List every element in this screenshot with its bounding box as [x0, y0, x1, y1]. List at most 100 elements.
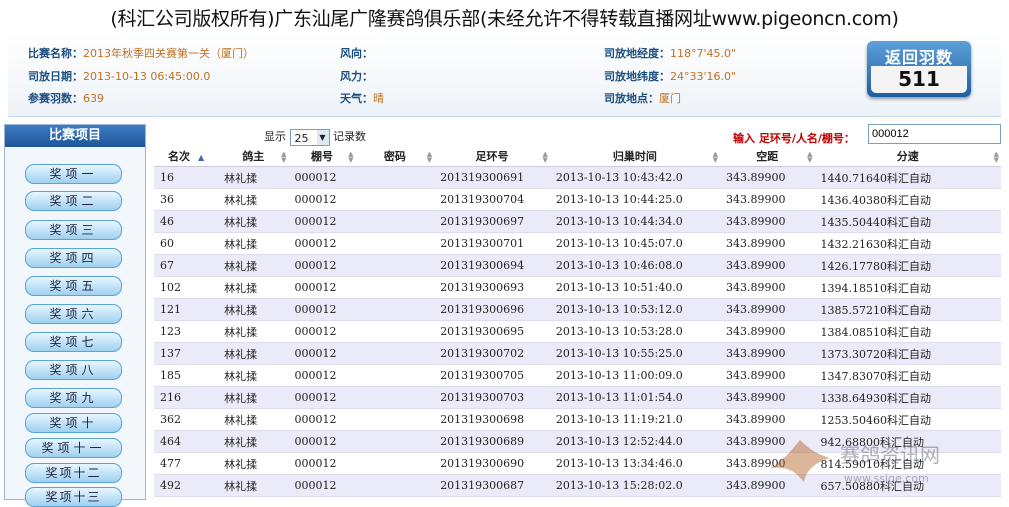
cell-password — [355, 320, 435, 343]
page-size-select[interactable]: 25 ▼ — [289, 128, 330, 146]
col-loft-header[interactable]: 棚号 ▲ ▼ — [288, 146, 356, 167]
cell-rank: 67 — [154, 254, 219, 277]
table-row[interactable]: 16 林礼揉 000012 201319300691 2013-10-13 10:43:… — [154, 166, 1001, 189]
cell-owner: 林礼揉 — [218, 342, 289, 365]
sidebar-item-award-11[interactable]: 奖项十一 — [25, 438, 122, 458]
table-row[interactable]: 137 林礼揉 000012 201319300702 2013-10-13 10:55… — [154, 342, 1001, 365]
col-owner-header[interactable]: 鸽主 ▲ ▼ — [218, 146, 289, 167]
page-title: (科汇公司版权所有)广东汕尾广隆赛鸽俱乐部(未经允许不得转载直播网址www.pi… — [110, 8, 899, 30]
sidebar-item-award-12[interactable]: 奖项十二 — [25, 463, 122, 483]
cell-arrival: 2013-10-13 13:34:46.0 — [549, 452, 720, 475]
cell-ring: 201319300703 — [434, 386, 550, 409]
sidebar-item-award-9[interactable]: 奖项九 — [25, 388, 122, 408]
sidebar-item-award-4[interactable]: 奖项四 — [25, 248, 122, 268]
cell-ring: 201319300696 — [434, 298, 550, 321]
cell-arrival: 2013-10-13 15:28:02.0 — [549, 474, 720, 497]
cell-owner: 林礼揉 — [218, 452, 289, 475]
search-label: 输入 足环号/人名/棚号： — [733, 132, 855, 145]
table-row[interactable]: 60 林礼揉 000012 201319300701 2013-10-13 10:45:… — [154, 232, 1001, 255]
sidebar-item-award-7[interactable]: 奖项七 — [25, 332, 122, 352]
cell-rank: 464 — [154, 430, 219, 453]
cell-ring: 201319300690 — [434, 452, 550, 475]
cell-password — [355, 232, 435, 255]
cell-speed: 1253.50460科汇自动 — [814, 408, 1001, 431]
wind-dir-label: 风向： — [340, 47, 373, 60]
cell-rank: 137 — [154, 342, 219, 365]
sidebar-item-award-13[interactable]: 奖项十三 — [25, 487, 122, 507]
cell-distance: 343.89900 — [719, 298, 815, 321]
cell-distance: 343.89900 — [719, 232, 815, 255]
cell-speed: 1435.50440科汇自动 — [814, 210, 1001, 233]
back-count-button[interactable]: 返回羽数 511 — [867, 41, 971, 97]
sidebar-item-award-6[interactable]: 奖项六 — [25, 304, 122, 324]
cell-speed: 1384.08510科汇自动 — [814, 320, 1001, 343]
table-row[interactable]: 123 林礼揉 000012 201319300695 2013-10-13 10:53… — [154, 320, 1001, 343]
table-row[interactable]: 362 林礼揉 000012 201319300698 2013-10-13 11:19… — [154, 408, 1001, 431]
sidebar-item-award-1[interactable]: 奖项一 — [25, 164, 122, 184]
sidebar-item-award-2[interactable]: 奖项二 — [25, 191, 122, 211]
cell-password — [355, 166, 435, 189]
cell-owner: 林礼揉 — [218, 298, 289, 321]
cell-password — [355, 386, 435, 409]
table-row[interactable]: 102 林礼揉 000012 201319300693 2013-10-13 10:51… — [154, 276, 1001, 299]
latitude-row: 司放地纬度：24°33'16.0" — [604, 68, 736, 84]
col-distance-label: 空距 — [756, 150, 779, 163]
table-row[interactable]: 67 林礼揉 000012 201319300694 2013-10-13 10:46:… — [154, 254, 1001, 277]
col-ring-header[interactable]: 足环号 ▲ ▼ — [434, 146, 550, 167]
sidebar-item-award-10[interactable]: 奖项十 — [25, 413, 122, 433]
back-count-label: 返回羽数 — [884, 48, 953, 67]
cell-arrival: 2013-10-13 10:45:07.0 — [549, 232, 720, 255]
cell-distance: 343.89900 — [719, 188, 815, 211]
watermark-url: www.ssige.com — [844, 472, 929, 485]
cell-loft: 000012 — [288, 452, 356, 475]
cell-loft: 000012 — [288, 276, 356, 299]
table-row[interactable]: 36 林礼揉 000012 201319300704 2013-10-13 10:44:… — [154, 188, 1001, 211]
table-row[interactable]: 185 林礼揉 000012 201319300705 2013-10-13 11:00… — [154, 364, 1001, 387]
location-row: 司放地点：厦门 — [604, 90, 681, 106]
cell-owner: 林礼揉 — [218, 408, 289, 431]
sidebar-item-award-8[interactable]: 奖项八 — [25, 360, 122, 380]
cell-password — [355, 452, 435, 475]
cell-owner: 林礼揉 — [218, 166, 289, 189]
wind-force-row: 风力： — [340, 68, 373, 84]
cell-owner: 林礼揉 — [218, 474, 289, 497]
cell-rank: 46 — [154, 210, 219, 233]
cell-ring: 201319300702 — [434, 342, 550, 365]
cell-loft: 000012 — [288, 474, 356, 497]
location-value: 厦门 — [659, 92, 681, 105]
cell-rank: 16 — [154, 166, 219, 189]
cell-distance: 343.89900 — [719, 364, 815, 387]
cell-distance: 343.89900 — [719, 166, 815, 189]
sidebar-item-award-5[interactable]: 奖项五 — [25, 276, 122, 296]
table-row[interactable]: 216 林礼揉 000012 201319300703 2013-10-13 11:01… — [154, 386, 1001, 409]
col-speed-header[interactable]: 分速 ▲ ▼ — [814, 146, 1001, 167]
col-rank-header[interactable]: 名次 ▲ — [154, 146, 219, 167]
entries-row: 参赛羽数：639 — [28, 90, 104, 106]
cell-loft: 000012 — [288, 166, 356, 189]
col-password-header[interactable]: 密码 ▲ ▼ — [355, 146, 435, 167]
table-row[interactable]: 46 林礼揉 000012 201319300697 2013-10-13 10:44:… — [154, 210, 1001, 233]
cell-speed: 1440.71640科汇自动 — [814, 166, 1001, 189]
cell-speed: 1385.57210科汇自动 — [814, 298, 1001, 321]
cell-speed: 1432.21630科汇自动 — [814, 232, 1001, 255]
sidebar-item-award-3[interactable]: 奖项三 — [25, 220, 122, 240]
col-distance-header[interactable]: 空距 ▲ ▼ — [719, 146, 815, 167]
col-speed-label: 分速 — [896, 150, 919, 163]
sidebar-title: 比赛项目 — [5, 125, 145, 147]
col-loft-label: 棚号 — [311, 150, 334, 163]
back-count-value: 511 — [871, 66, 967, 93]
col-arrival-header[interactable]: 归巢时间 ▲ ▼ — [549, 146, 720, 167]
cell-ring: 201319300697 — [434, 210, 550, 233]
cell-loft: 000012 — [288, 364, 356, 387]
entries-value: 639 — [83, 92, 104, 105]
cell-rank: 102 — [154, 276, 219, 299]
wind-dir-row: 风向： — [340, 45, 373, 61]
table-row[interactable]: 121 林礼揉 000012 201319300696 2013-10-13 10:53… — [154, 298, 1001, 321]
cell-owner: 林礼揉 — [218, 210, 289, 233]
longitude-label: 司放地经度： — [604, 47, 670, 60]
records-label: 记录数 — [333, 130, 366, 143]
cell-loft: 000012 — [288, 342, 356, 365]
search-input[interactable] — [868, 124, 1001, 144]
cell-owner: 林礼揉 — [218, 188, 289, 211]
cell-speed: 1373.30720科汇自动 — [814, 342, 1001, 365]
